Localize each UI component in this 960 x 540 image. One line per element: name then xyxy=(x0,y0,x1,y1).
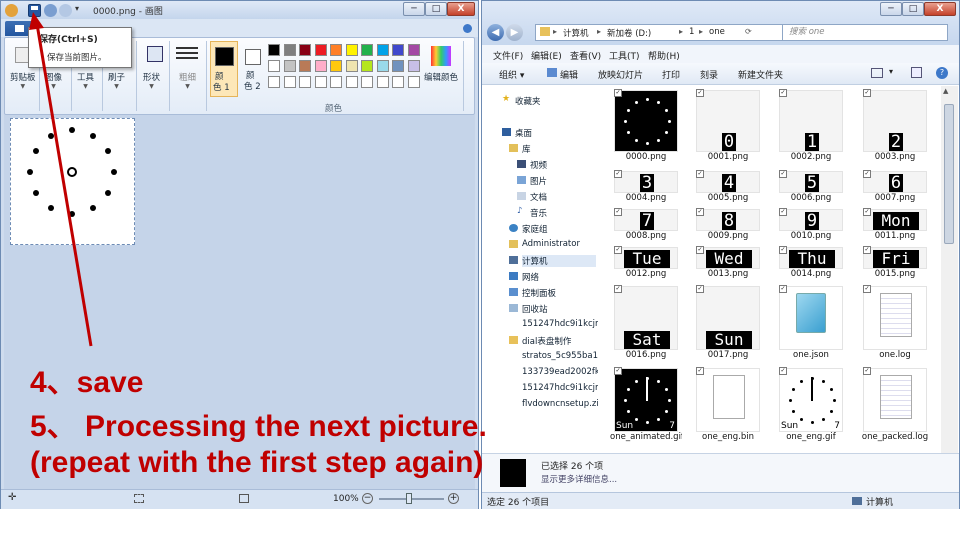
arrow-head xyxy=(29,12,44,30)
repeat-caption: (repeat with the first step again) xyxy=(30,446,484,479)
arrow-shaft xyxy=(35,23,93,347)
step-4-caption: 4、save xyxy=(30,366,144,399)
step-5-caption: 5、 Processing the next picture. xyxy=(30,410,487,443)
